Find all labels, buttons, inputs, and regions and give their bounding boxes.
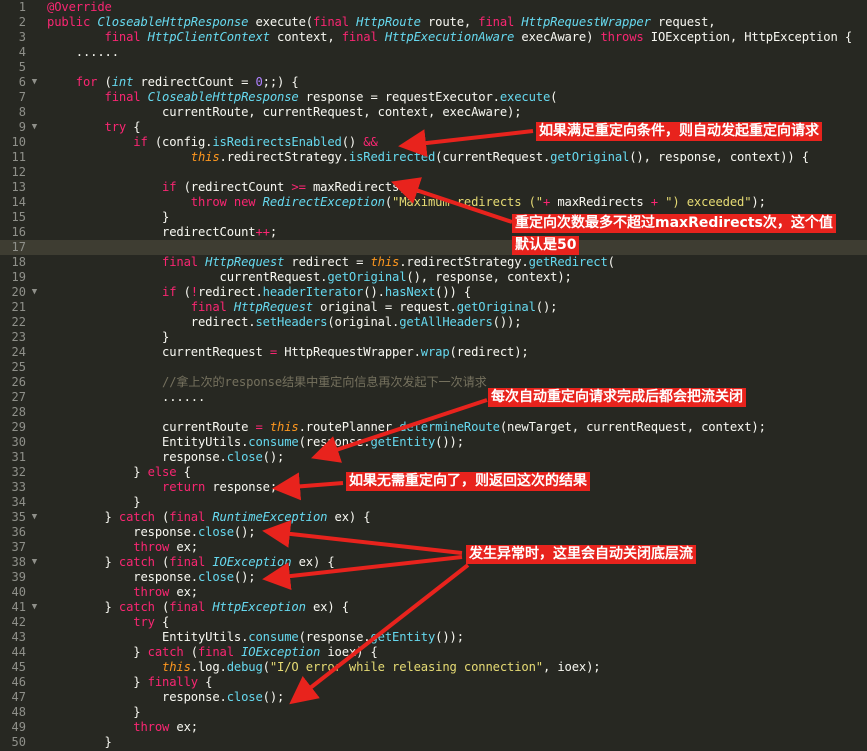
arrow-exception-close-2 — [262, 555, 463, 591]
annotation-return-result: 如果无需重定向了，则返回这次的结果 — [346, 472, 590, 491]
arrow-max-redirects — [391, 177, 513, 224]
annotation-max-redirects-line1: 重定向次数最多不超过maxRedirects次，这个值 — [512, 214, 836, 233]
annotation-redirect-condition: 如果满足重定向条件，则自动发起重定向请求 — [536, 122, 822, 141]
arrow-exception-close-1 — [262, 519, 463, 555]
arrow-close-stream — [311, 398, 488, 463]
annotation-close-stream: 每次自动重定向请求完成后都会把流关闭 — [488, 388, 746, 407]
arrow-exception-close-3 — [289, 563, 470, 705]
annotation-arrows — [262, 129, 534, 705]
annotation-exception-close: 发生异常时，这里会自动关闭底层流 — [466, 545, 696, 564]
arrow-redirect-condition — [398, 129, 534, 158]
arrow-return-result — [272, 472, 344, 501]
annotation-max-redirects-line2: 默认是50 — [512, 236, 580, 255]
